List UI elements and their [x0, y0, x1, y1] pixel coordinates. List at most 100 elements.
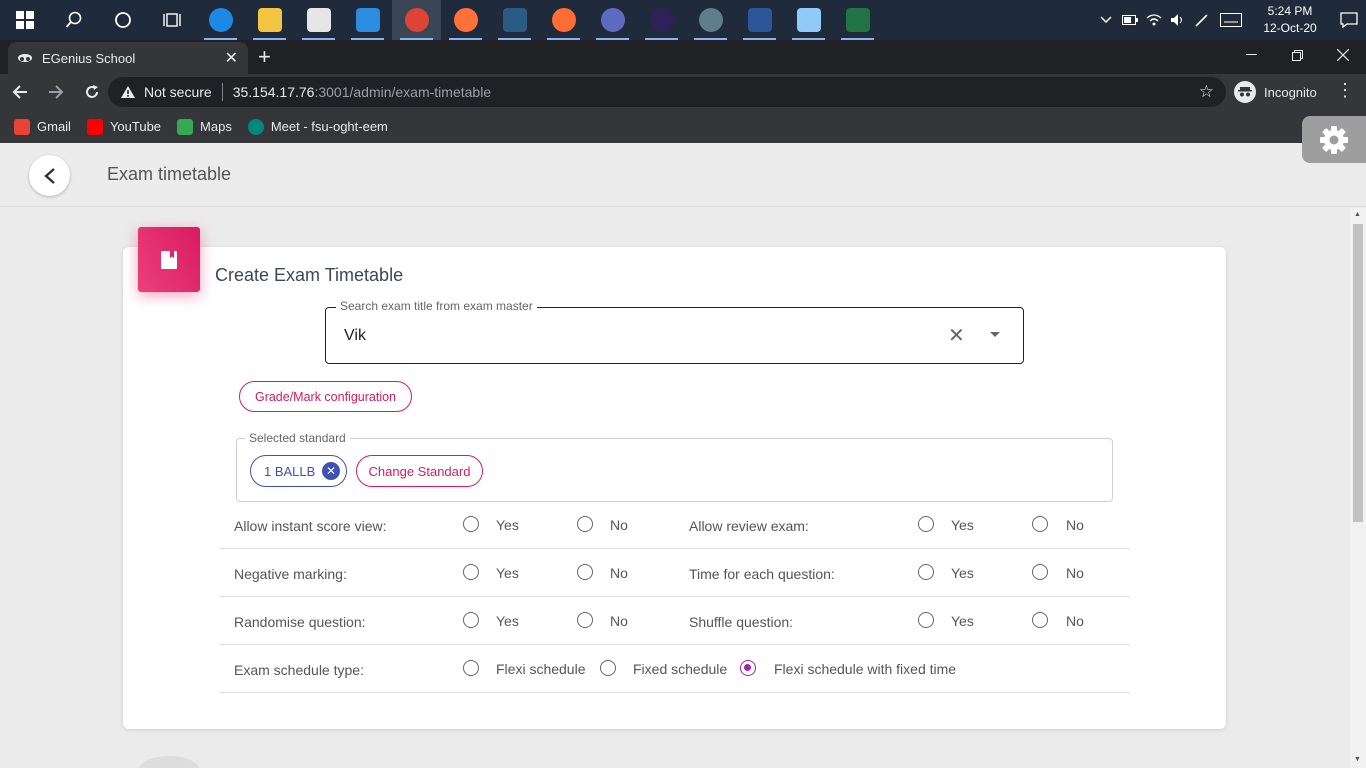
- scroll-up-arrow-icon[interactable]: ▲: [1354, 211, 1361, 218]
- taskbar-app-app-b[interactable]: [686, 0, 735, 40]
- notification-center-button[interactable]: [1332, 0, 1366, 40]
- taskbar-clock[interactable]: 5:24 PM 12-Oct-20: [1248, 3, 1332, 37]
- incognito-indicator[interactable]: Incognito: [1234, 78, 1317, 106]
- radio-yes-label[interactable]: Yes: [951, 517, 974, 533]
- meet-icon: [247, 118, 264, 135]
- radio-no-label[interactable]: No: [610, 613, 628, 629]
- radio-yes-label[interactable]: Yes: [951, 613, 974, 629]
- taskbar-app-mysql-workbench[interactable]: [490, 0, 539, 40]
- radio-button[interactable]: [1032, 564, 1048, 580]
- change-standard-button[interactable]: Change Standard: [356, 455, 483, 487]
- taskbar-app-store[interactable]: [294, 0, 343, 40]
- radio-button[interactable]: [918, 612, 934, 628]
- address-bar[interactable]: Not secure 35.154.17.76:3001/admin/exam-…: [108, 77, 1226, 107]
- url-path: :3001/admin/exam-timetable: [314, 84, 492, 100]
- taskbar-app-mail[interactable]: [343, 0, 392, 40]
- task-view-button[interactable]: [147, 0, 196, 40]
- browser-tab[interactable]: EGenius School ✕: [8, 42, 248, 74]
- schedule-choice-label[interactable]: Flexi schedule with fixed time: [774, 661, 956, 677]
- tab-close-icon[interactable]: ✕: [225, 48, 238, 68]
- radio-button[interactable]: [577, 564, 593, 580]
- bookmark-item[interactable]: Meet - fsu-oght-eem: [247, 118, 388, 135]
- radio-button[interactable]: [740, 660, 756, 676]
- keyboard-icon[interactable]: [1214, 0, 1248, 40]
- radio-button[interactable]: [577, 612, 593, 628]
- radio-yes-label[interactable]: Yes: [496, 613, 519, 629]
- radio-button[interactable]: [463, 564, 479, 580]
- close-window-button[interactable]: [1320, 40, 1366, 70]
- chrome-menu-icon[interactable]: ⋮: [1336, 80, 1354, 101]
- forward-nav-button[interactable]: [40, 76, 72, 108]
- bookmark-star-icon[interactable]: ☆: [1199, 82, 1214, 102]
- taskbar-app-eclipse[interactable]: [637, 0, 686, 40]
- radio-yes-label[interactable]: Yes: [496, 517, 519, 533]
- taskbar-app-chrome[interactable]: [392, 0, 441, 40]
- radio-button[interactable]: [463, 612, 479, 628]
- taskbar-app-excel[interactable]: [833, 0, 882, 40]
- back-nav-button[interactable]: [4, 76, 36, 108]
- volume-icon[interactable]: [1166, 0, 1190, 40]
- scroll-down-arrow-icon[interactable]: ▼: [1354, 756, 1361, 763]
- wifi-icon[interactable]: [1142, 0, 1166, 40]
- radio-no-label[interactable]: No: [1066, 565, 1084, 581]
- clear-icon[interactable]: ✕: [948, 326, 965, 346]
- taskbar-app-app-c[interactable]: [784, 0, 833, 40]
- gmail-icon: [14, 118, 30, 135]
- schedule-choice-label[interactable]: Fixed schedule: [633, 661, 727, 677]
- radio-button[interactable]: [600, 660, 616, 676]
- minimize-button[interactable]: [1228, 40, 1274, 70]
- radio-yes-label[interactable]: Yes: [951, 565, 974, 581]
- grade-mark-config-button[interactable]: Grade/Mark configuration: [239, 381, 412, 412]
- radio-no-label[interactable]: No: [610, 517, 628, 533]
- taskbar-app-file-explorer[interactable]: [245, 0, 294, 40]
- settings-button[interactable]: [1302, 116, 1366, 163]
- chip-remove-icon[interactable]: ✕: [322, 462, 340, 480]
- search-value[interactable]: Vik: [344, 327, 366, 345]
- restore-button[interactable]: [1274, 40, 1320, 70]
- pen-icon[interactable]: [1190, 0, 1214, 40]
- windows-icon: [15, 11, 34, 29]
- battery-icon[interactable]: [1118, 0, 1142, 40]
- radio-yes-label[interactable]: Yes: [496, 565, 519, 581]
- reload-button[interactable]: [76, 76, 108, 108]
- bookmark-item[interactable]: Maps: [177, 118, 232, 135]
- radio-no-label[interactable]: No: [1066, 613, 1084, 629]
- page-scrollbar[interactable]: ▲ ▼: [1350, 208, 1366, 768]
- taskbar-app-app-a[interactable]: [588, 0, 637, 40]
- clock-time: 5:24 PM: [1267, 4, 1313, 18]
- schedule-type-row: Exam schedule type: Flexi schedule Fixed s…: [219, 645, 1130, 693]
- taskbar-app-edge[interactable]: [196, 0, 245, 40]
- radio-button[interactable]: [918, 564, 934, 580]
- taskbar-app-word[interactable]: [735, 0, 784, 40]
- bookmark-item[interactable]: YouTube: [86, 118, 162, 135]
- new-tab-button[interactable]: +: [258, 46, 271, 68]
- radio-button[interactable]: [577, 516, 593, 532]
- radio-button[interactable]: [463, 660, 479, 676]
- schedule-choice-label[interactable]: Flexi schedule: [496, 661, 586, 677]
- dropdown-arrow-icon[interactable]: [990, 332, 1000, 337]
- radio-button[interactable]: [918, 516, 934, 532]
- option-label: Time for each question:: [689, 566, 835, 582]
- cortana-button[interactable]: [98, 0, 147, 40]
- exam-search-field[interactable]: Search exam title from exam master Vik ✕: [325, 299, 1024, 364]
- taskbar-app-firefox[interactable]: [441, 0, 490, 40]
- scrollbar-thumb[interactable]: [1353, 224, 1363, 522]
- option-row: Randomise question: Yes No Shuffle question…: [219, 597, 1130, 645]
- bookmark-item[interactable]: Gmail: [14, 118, 71, 135]
- radio-button[interactable]: [463, 516, 479, 532]
- option-label: Negative marking:: [234, 566, 347, 582]
- radio-no-label[interactable]: No: [610, 565, 628, 581]
- bookmark-label: YouTube: [109, 119, 162, 134]
- chevron-up-icon[interactable]: [1094, 0, 1118, 40]
- maps-icon: [177, 118, 194, 135]
- radio-button[interactable]: [1032, 516, 1048, 532]
- search-button[interactable]: [49, 0, 98, 40]
- start-button[interactable]: [0, 0, 49, 40]
- radio-no-label[interactable]: No: [1066, 517, 1084, 533]
- taskbar-app-postman[interactable]: [539, 0, 588, 40]
- radio-button[interactable]: [1032, 612, 1048, 628]
- search-icon: [65, 11, 81, 28]
- back-button[interactable]: [29, 155, 70, 196]
- tab-title: EGenius School: [42, 50, 136, 66]
- next-card-icon-partial: [138, 756, 200, 768]
